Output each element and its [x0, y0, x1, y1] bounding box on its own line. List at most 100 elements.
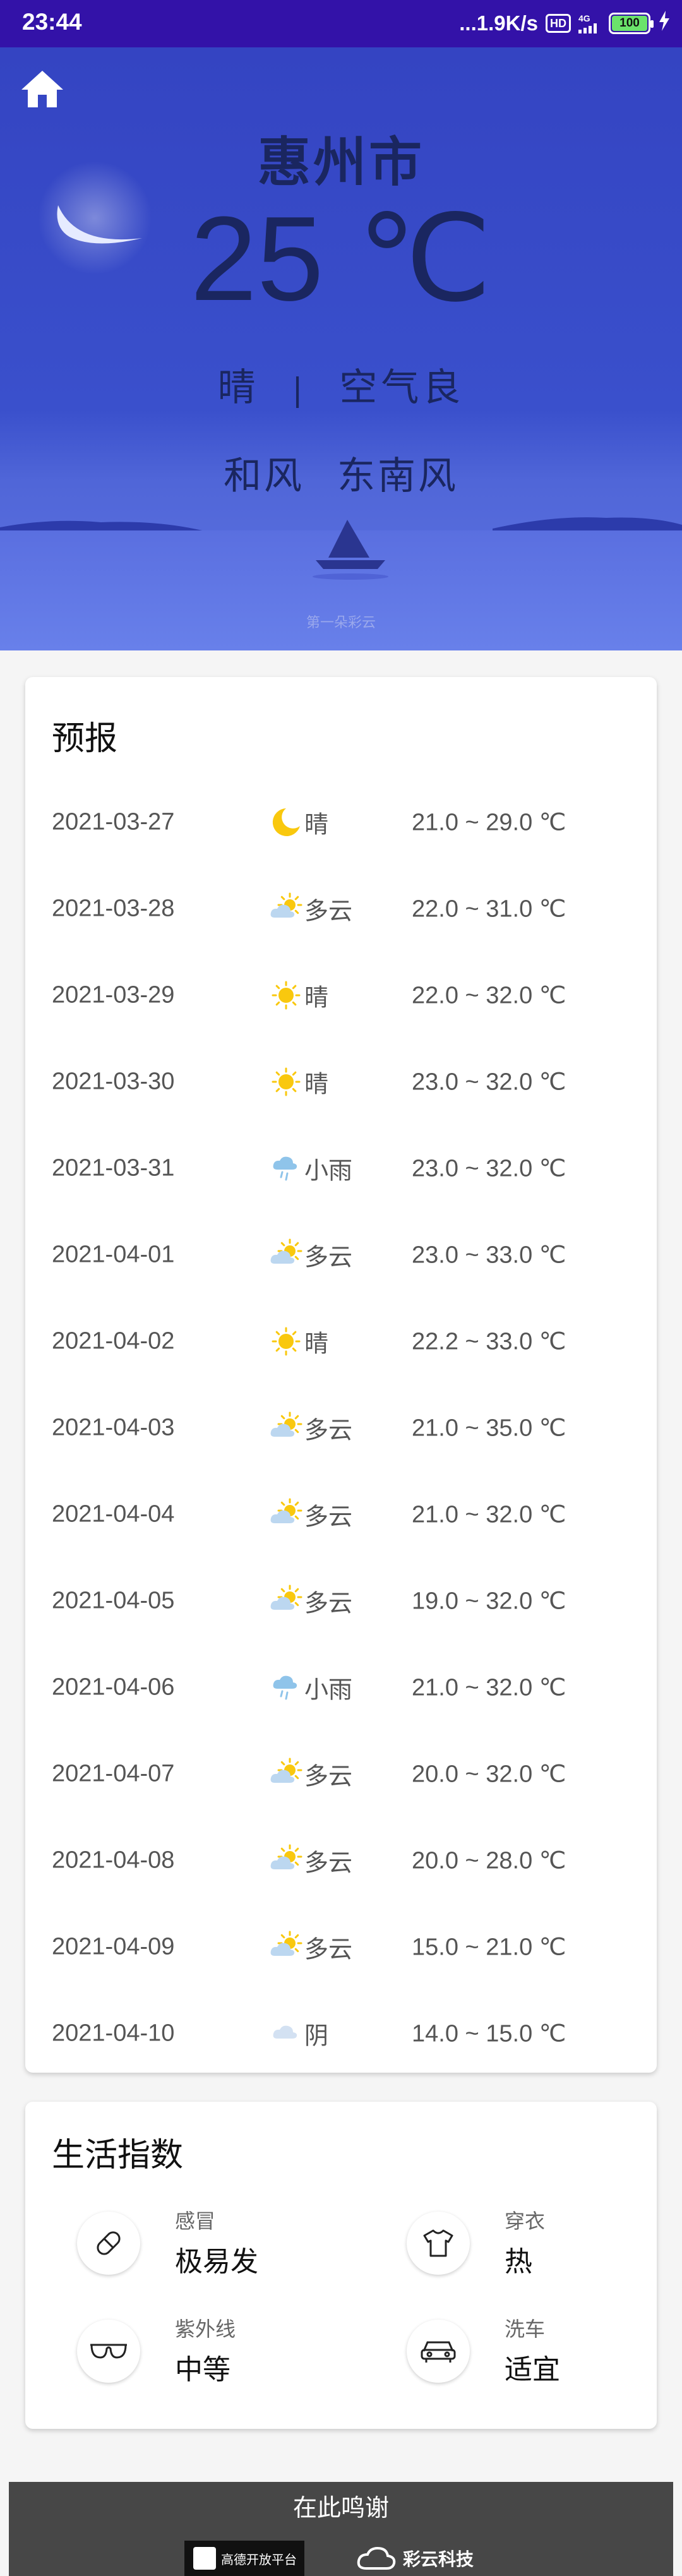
cold-label: 感冒: [175, 2209, 216, 2233]
caiyun-cloud-icon: [357, 2546, 396, 2570]
life-index-card: 生活指数 感冒 极易发 穿衣 热 紫外线 中等 洗车 适宜: [25, 2102, 657, 2429]
forecast-row: 2021-04-07 多云 20.0 ~ 32.0 ℃: [25, 1731, 657, 1818]
forecast-condition: 多云: [304, 1243, 353, 1271]
forecast-temperature-range: 21.0 ~ 32.0 ℃: [412, 1674, 566, 1701]
wind-row: 和风 东南风: [0, 445, 682, 500]
forecast-date: 2021-04-05: [52, 1587, 175, 1614]
home-button[interactable]: [20, 69, 64, 111]
forecast-date: 2021-04-03: [52, 1414, 175, 1441]
charging-icon: [658, 11, 671, 36]
forecast-row: 2021-03-27 晴 21.0 ~ 29.0 ℃: [25, 779, 657, 866]
partly-cloudy-icon: [267, 1495, 305, 1533]
forecast-row: 2021-03-30 晴 23.0 ~ 32.0 ℃: [25, 1039, 657, 1125]
forecast-temperature-range: 23.0 ~ 32.0 ℃: [412, 1069, 566, 1096]
car-wash-value: 适宜: [505, 2354, 560, 2386]
pill-icon: [97, 2231, 121, 2255]
current-condition: 晴: [217, 366, 260, 410]
forecast-row: 2021-03-29 晴 22.0 ~ 32.0 ℃: [25, 952, 657, 1039]
forecast-condition: 多云: [304, 1848, 353, 1877]
uv-value: 中等: [175, 2354, 230, 2386]
forecast-date: 2021-04-02: [52, 1327, 175, 1355]
current-weather-panel: 惠州市 25 ℃ 晴 | 空气良 和风 东南风 第一朵彩云: [0, 47, 682, 650]
forecast-condition: 小雨: [304, 1675, 353, 1704]
forecast-date: 2021-03-28: [52, 895, 175, 922]
current-temperature: 25 ℃: [190, 192, 492, 326]
battery-percent: 100: [619, 16, 640, 30]
network-speed: ...1.9K/s: [459, 11, 538, 35]
caiyun-logo-text: 彩云科技: [403, 2549, 474, 2570]
light-rain-icon: [267, 1668, 305, 1706]
uv-label: 紫外线: [175, 2317, 236, 2341]
forecast-title: 预报: [52, 720, 118, 758]
forecast-row: 2021-03-31 小雨 23.0 ~ 32.0 ℃: [25, 1125, 657, 1212]
forecast-date: 2021-04-09: [52, 1933, 175, 1960]
forecast-temperature-range: 21.0 ~ 35.0 ℃: [412, 1415, 566, 1442]
hd-badge: HD: [546, 14, 571, 33]
forecast-condition: 多云: [304, 1416, 353, 1444]
partly-cloudy-icon: [267, 1755, 305, 1793]
forecast-condition: 多云: [304, 1502, 353, 1531]
forecast-row: 2021-04-04 多云 21.0 ~ 32.0 ℃: [25, 1471, 657, 1558]
condition-row: 晴 | 空气良: [0, 357, 682, 412]
partly-cloudy-icon: [267, 1842, 305, 1879]
forecast-date: 2021-04-01: [52, 1241, 175, 1268]
cold-value: 极易发: [175, 2246, 258, 2278]
sun-icon: [267, 1063, 305, 1101]
status-bar: 23:44 ...1.9K/s HD 4G 100: [0, 0, 682, 47]
forecast-date: 2021-04-06: [52, 1674, 175, 1701]
forecast-condition: 小雨: [304, 1156, 353, 1185]
moon-icon: [267, 803, 305, 841]
forecast-condition: 晴: [304, 810, 329, 839]
caiyun-logo: 彩云科技: [356, 2541, 474, 2576]
separator: |: [292, 371, 307, 408]
dressing-value: 热: [505, 2246, 532, 2278]
sun-icon: [267, 1322, 305, 1360]
forecast-temperature-range: 23.0 ~ 32.0 ℃: [412, 1155, 566, 1182]
home-icon: [21, 71, 63, 107]
forecast-condition: 多云: [304, 1589, 353, 1617]
status-time: 23:44: [22, 9, 82, 35]
forecast-temperature-range: 20.0 ~ 28.0 ℃: [412, 1847, 566, 1874]
forecast-row: 2021-04-08 多云 20.0 ~ 28.0 ℃: [25, 1818, 657, 1904]
forecast-condition: 晴: [304, 983, 329, 1012]
amap-logo-mark: [193, 2547, 216, 2570]
thanks-text: 在此鸣谢: [292, 2494, 389, 2522]
signal-text: 4G: [578, 13, 590, 23]
wind-direction: 东南风: [337, 454, 458, 498]
forecast-temperature-range: 22.2 ~ 33.0 ℃: [412, 1328, 566, 1355]
overcast-icon: [267, 2015, 305, 2052]
illustration-credit: 第一朵彩云: [306, 615, 376, 631]
forecast-row: 2021-04-06 小雨 21.0 ~ 32.0 ℃: [25, 1644, 657, 1731]
forecast-temperature-range: 15.0 ~ 21.0 ℃: [412, 1934, 566, 1961]
status-icons: ...1.9K/s HD 4G 100: [459, 9, 671, 38]
battery-icon: 100: [609, 13, 654, 34]
acknowledgement-footer: 在此鸣谢 高德开放平台 彩云科技: [9, 2482, 673, 2576]
wind-force: 和风: [224, 454, 304, 498]
forecast-row: 2021-03-28 多云 22.0 ~ 31.0 ℃: [25, 866, 657, 952]
forecast-condition: 晴: [304, 1329, 329, 1358]
forecast-row: 2021-04-09 多云 15.0 ~ 21.0 ℃: [25, 1904, 657, 1991]
forecast-date: 2021-03-27: [52, 808, 175, 836]
forecast-temperature-range: 21.0 ~ 29.0 ℃: [412, 809, 566, 836]
forecast-row: 2021-04-05 多云 19.0 ~ 32.0 ℃: [25, 1558, 657, 1644]
forecast-row: 2021-04-01 多云 23.0 ~ 33.0 ℃: [25, 1212, 657, 1298]
forecast-temperature-range: 22.0 ~ 31.0 ℃: [412, 896, 566, 923]
light-rain-icon: [267, 1149, 305, 1187]
sunglasses-icon: [90, 2344, 127, 2359]
car-wash-label: 洗车: [505, 2317, 546, 2341]
forecast-row: 2021-04-02 晴 22.2 ~ 33.0 ℃: [25, 1298, 657, 1385]
forecast-temperature-range: 22.0 ~ 32.0 ℃: [412, 982, 566, 1009]
tshirt-icon: [423, 2229, 453, 2257]
forecast-condition: 多云: [304, 1935, 353, 1963]
forecast-date: 2021-04-08: [52, 1847, 175, 1874]
forecast-condition: 阴: [304, 2022, 329, 2050]
signal-icon: 4G: [578, 13, 601, 33]
partly-cloudy-icon: [267, 1928, 305, 1966]
air-quality: 空气良: [339, 366, 465, 410]
forecast-temperature-range: 20.0 ~ 32.0 ℃: [412, 1761, 566, 1788]
forecast-condition: 多云: [304, 897, 353, 925]
city-name: 惠州市: [257, 131, 424, 193]
forecast-date: 2021-04-07: [52, 1760, 175, 1787]
partly-cloudy-icon: [267, 1409, 305, 1447]
sun-icon: [267, 976, 305, 1014]
